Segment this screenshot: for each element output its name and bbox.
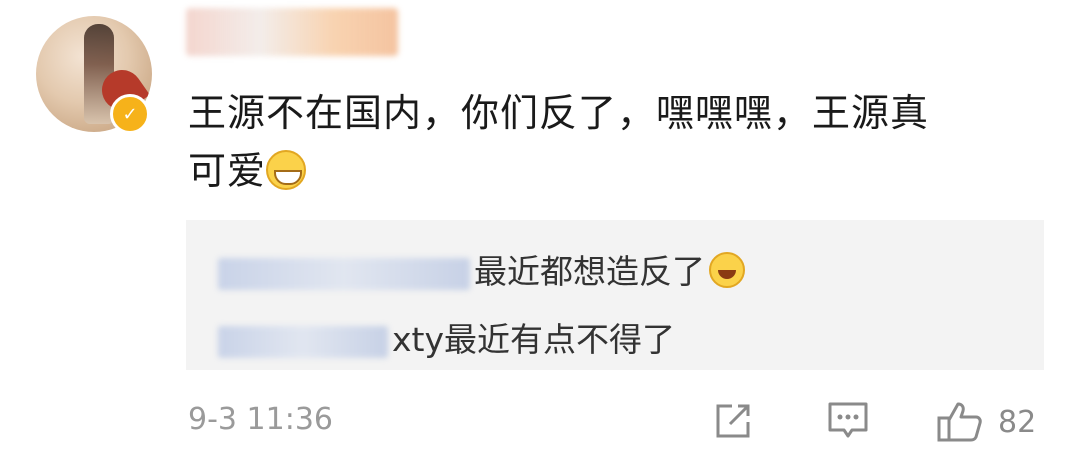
reply-item[interactable]: xty最近有点不得了 <box>218 318 675 362</box>
verified-badge-icon: ✓ <box>110 94 150 134</box>
share-button[interactable] <box>712 400 754 442</box>
reply-username-blurred[interactable] <box>218 257 470 290</box>
comment-line-1: 王源不在国内，你们反了，嘿嘿嘿，王源真 <box>188 91 930 135</box>
reply-text: xty最近有点不得了 <box>392 320 675 359</box>
reply-username-blurred[interactable] <box>218 325 388 358</box>
thumbs-up-icon <box>937 402 982 442</box>
comment-line-2: 可爱 <box>188 149 267 193</box>
username-blurred[interactable] <box>186 8 398 56</box>
timestamp: 9-3 11:36 <box>188 402 333 437</box>
comment-button[interactable] <box>826 400 870 442</box>
comment-text: 王源不在国内，你们反了，嘿嘿嘿，王源真 可爱 <box>188 84 1058 200</box>
share-icon <box>716 404 750 438</box>
like-count: 82 <box>998 404 1037 440</box>
reply-text: 最近都想造反了 <box>474 252 705 291</box>
grin-icon <box>266 150 307 190</box>
like-button[interactable]: 82 <box>936 400 1036 444</box>
reply-box[interactable]: 最近都想造反了 xty最近有点不得了 <box>186 220 1044 370</box>
reply-item[interactable]: 最近都想造反了 <box>218 250 745 294</box>
laugh-icon <box>709 252 745 288</box>
comment-icon <box>828 402 868 438</box>
